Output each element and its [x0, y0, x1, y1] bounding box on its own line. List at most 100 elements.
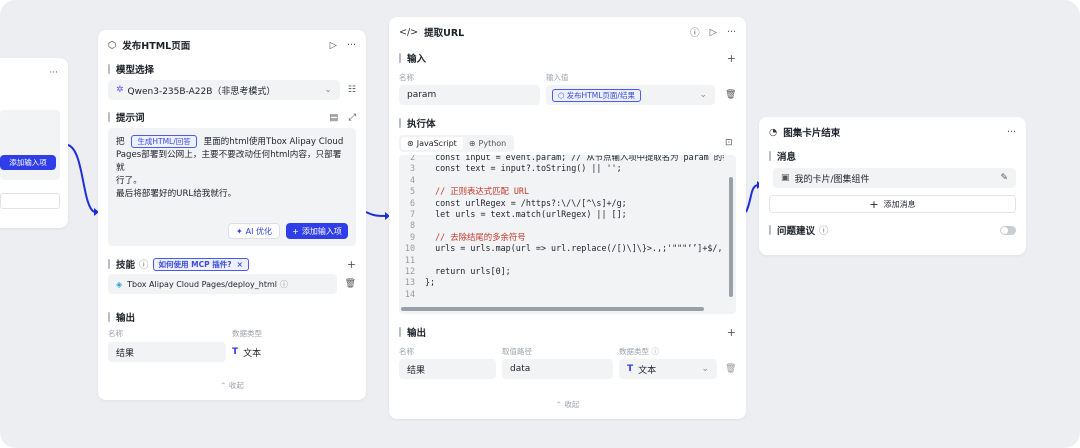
model-section-label: 模型选择: [116, 65, 155, 76]
suggest-label: 问题建议: [777, 226, 816, 237]
suggest-section: 问题建议 ⓘ: [759, 221, 1026, 239]
output-col-path: 取值路径: [502, 347, 532, 356]
left-card-input[interactable]: [0, 193, 60, 209]
skill-item-label: Tbox Alipay Cloud Pages/deploy_html: [127, 279, 277, 289]
end-card[interactable]: ◔ 图集卡片结束 ··· 消息 ▣ 我的卡片/图集组件 ✎ + 添加消息 问题建…: [759, 117, 1026, 255]
output-type[interactable]: T 文本: [232, 342, 261, 362]
tab-javascript[interactable]: ⊛ JavaScript: [401, 137, 463, 150]
end-card-header: ◔ 图集卡片结束 ···: [759, 117, 1026, 147]
more-icon[interactable]: ···: [1007, 127, 1016, 138]
workflow-canvas: ··· 添加输入项 ⬡ 发布HTML页面 ▷ ··· 模型选择 ✲ Qwen3-…: [0, 0, 1080, 448]
collapse-button[interactable]: ⌃ 收起: [389, 399, 746, 410]
code-editor[interactable]: 2 const input = event.param; // 从节点输入项中提…: [399, 155, 736, 314]
sparkle-icon: ✦: [235, 226, 243, 236]
prompt-editor[interactable]: 把 生成HTML/回答 里面的html使用Tbox Alipay Cloud P…: [108, 128, 356, 246]
more-icon[interactable]: ···: [727, 27, 736, 38]
output-type-select[interactable]: T 文本 ⌄: [619, 359, 717, 379]
chevron-down-icon: ⌄: [699, 90, 707, 100]
message-item-label: 我的卡片/图集组件: [794, 174, 870, 185]
template-icon[interactable]: ▤: [329, 112, 338, 123]
close-icon[interactable]: ×: [237, 260, 243, 269]
prompt-section-label: 提示词: [116, 113, 145, 124]
collapse-button[interactable]: ⌃ 收起: [98, 380, 366, 391]
exec-section-label: 执行体: [407, 119, 436, 130]
left-card-menu[interactable]: ···: [49, 68, 58, 78]
html-page-card[interactable]: ⬡ 发布HTML页面 ▷ ··· 模型选择 ✲ Qwen3-235B-A22B（…: [98, 30, 366, 400]
left-add-input-button[interactable]: 添加输入项: [0, 155, 56, 170]
collapse-label: 收起: [228, 381, 244, 390]
add-message-button[interactable]: + 添加消息: [769, 195, 1016, 213]
skills-section-label: 技能: [116, 260, 136, 271]
card-icon: ▣: [781, 173, 790, 183]
expand-icon[interactable]: ⤢: [348, 112, 356, 123]
left-partial-card[interactable]: ··· 添加输入项: [0, 58, 68, 228]
extract-url-card[interactable]: </> 提取URL ⓘ ▷ ··· 输入 + 名称 输入值 param ⬡ 发布H…: [389, 17, 746, 419]
delete-output-icon[interactable]: 🗑: [725, 364, 736, 374]
end-card-title: 图集卡片结束: [783, 128, 841, 139]
cube-icon: ⬡: [558, 90, 565, 100]
run-icon[interactable]: ▷: [710, 27, 717, 38]
model-section: 模型选择: [98, 60, 366, 78]
code-icon: </>: [399, 26, 419, 38]
code-line: 11: [399, 255, 425, 266]
message-item[interactable]: ▣ 我的卡片/图集组件 ✎: [773, 168, 1016, 188]
line-number: 6: [409, 197, 415, 208]
html-card-title: 发布HTML页面: [122, 41, 191, 52]
more-icon[interactable]: ···: [347, 40, 356, 51]
ai-optimize-button[interactable]: ✦ AI 优化: [228, 223, 280, 239]
add-input-label: 添加输入项: [301, 226, 342, 236]
horizontal-scrollbar[interactable]: [401, 307, 704, 311]
model-settings-icon[interactable]: ☷: [348, 85, 356, 95]
suggest-toggle[interactable]: [1000, 225, 1016, 235]
end-node-icon: ◔: [769, 126, 778, 138]
delete-skill-icon[interactable]: 🗑: [345, 279, 356, 289]
message-section-label: 消息: [777, 152, 797, 163]
prompt-pre: 把: [116, 137, 125, 147]
run-icon[interactable]: ▷: [330, 40, 337, 51]
chevron-down-icon: ⌄: [701, 364, 709, 374]
model-logo-icon: ✲: [116, 85, 124, 95]
plus-icon: +: [869, 197, 879, 211]
cloud-pages-icon: ◈: [116, 279, 123, 289]
terminal-icon[interactable]: ⊡: [725, 138, 733, 148]
skill-info-icon: ⓘ: [280, 279, 288, 289]
add-input-icon[interactable]: +: [727, 52, 736, 65]
line-text: const text = input?.toString() || '';: [425, 163, 622, 174]
output-col-name: 名称: [108, 329, 123, 338]
prompt-line-3: 行了。: [116, 176, 142, 186]
info-icon[interactable]: ⓘ: [690, 25, 700, 39]
delete-input-icon[interactable]: 🗑: [725, 90, 736, 100]
output-col-type: 数据类型: [232, 329, 262, 338]
output-path-field[interactable]: data: [502, 359, 613, 379]
line-number: 13: [404, 277, 415, 288]
vertical-scrollbar[interactable]: [729, 177, 733, 297]
tab-javascript-label: JavaScript: [416, 139, 457, 148]
chevron-up-icon: ⌃: [220, 381, 229, 390]
prompt-var-tag[interactable]: 生成HTML/回答: [131, 135, 197, 148]
line-number: 9: [409, 231, 415, 242]
python-icon: ⊕: [468, 139, 476, 148]
skills-help-tag[interactable]: 如何使用 MCP 插件? ×: [152, 257, 249, 271]
input-value-select[interactable]: ⬡ 发布HTML页面/结果 ⌄: [546, 85, 715, 105]
output-col-type: 数据类型: [619, 347, 649, 356]
text-type-icon: T: [232, 347, 239, 357]
collapse-label: 收起: [564, 400, 580, 409]
code-line: 2 const input = event.param; // 从节点输入项中提…: [399, 155, 724, 163]
model-select[interactable]: ✲ Qwen3-235B-A22B（非思考模式） ⌄: [108, 80, 340, 100]
url-card-title: 提取URL: [424, 28, 465, 39]
input-col-name: 名称: [399, 73, 414, 82]
edit-icon[interactable]: ✎: [1000, 173, 1008, 183]
add-skill-icon[interactable]: +: [347, 258, 356, 271]
prompt-line-1: 把 生成HTML/回答 里面的html使用Tbox Alipay Cloud: [116, 135, 348, 149]
output-name-field[interactable]: 结果: [399, 359, 496, 379]
line-text: urls = urls.map(url => url.replace(/[)\]…: [425, 243, 724, 254]
input-name-field[interactable]: param: [399, 85, 540, 105]
prompt-text-1: 里面的html使用Tbox Alipay Cloud: [203, 137, 344, 147]
add-input-button[interactable]: + 添加输入项: [286, 223, 348, 239]
line-number: 14: [404, 288, 415, 299]
model-select-value: Qwen3-235B-A22B（非思考模式）: [127, 86, 276, 97]
skill-item[interactable]: ◈ Tbox Alipay Cloud Pages/deploy_html ⓘ: [108, 274, 337, 294]
tab-python[interactable]: ⊕ Python: [463, 137, 512, 150]
add-output-icon[interactable]: +: [727, 326, 736, 339]
output-name-field[interactable]: 结果: [108, 342, 226, 362]
